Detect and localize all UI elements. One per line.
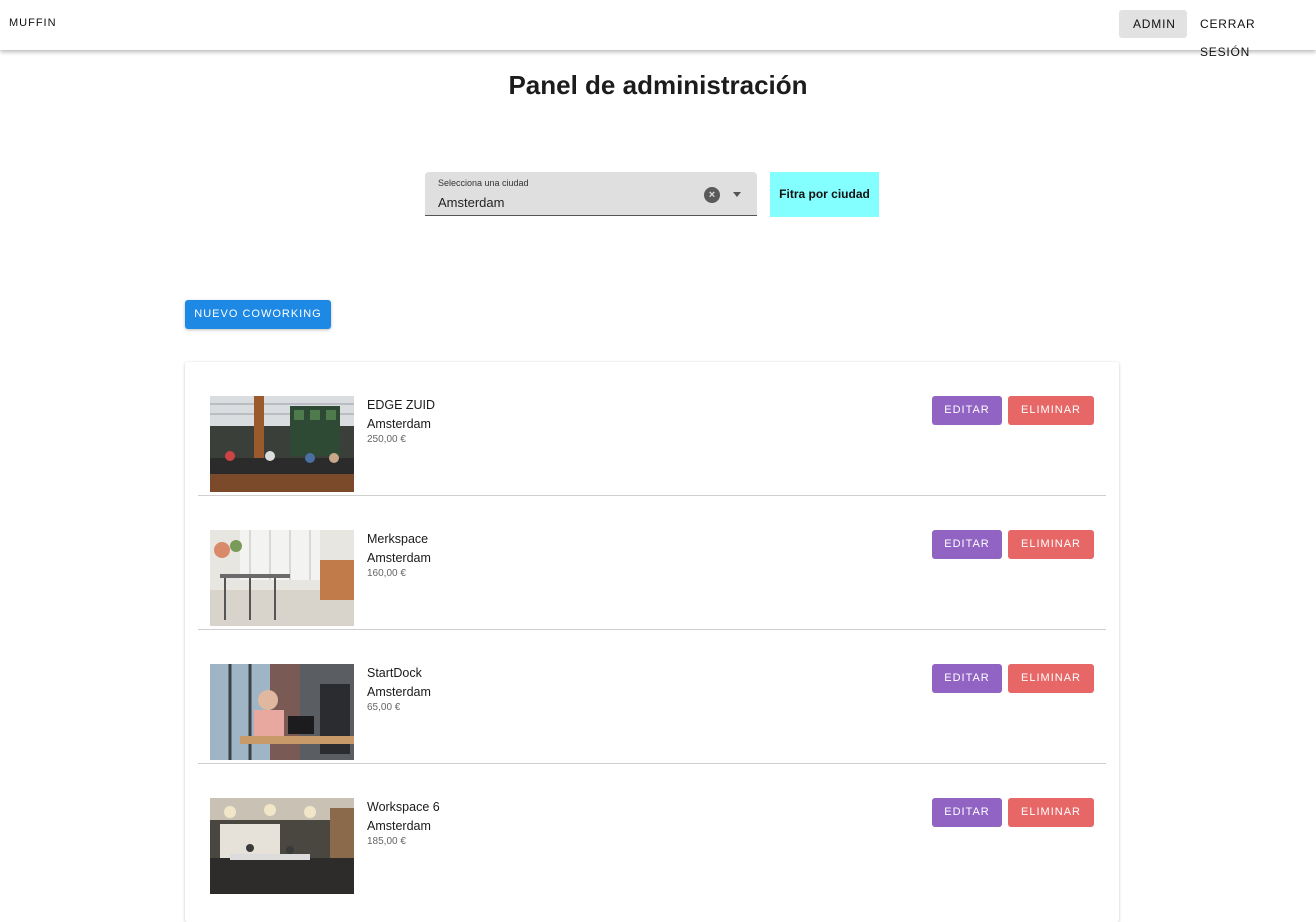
edit-button[interactable]: EDITAR [932,530,1002,559]
admin-nav-button[interactable]: ADMIN [1119,10,1187,38]
edit-button[interactable]: EDITAR [932,396,1002,425]
delete-button[interactable]: ELIMINAR [1008,664,1094,693]
coworking-price: 160,00 € [367,568,406,579]
coworking-photo [210,396,354,492]
edit-button[interactable]: EDITAR [932,664,1002,693]
edit-button[interactable]: EDITAR [932,798,1002,827]
coworking-name: Merkspace [367,532,429,546]
coworking-photo [210,664,354,760]
coworking-name: StartDock [367,666,422,680]
list-item: EDGE ZUID Amsterdam 250,00 € EDITAR ELIM… [198,362,1106,496]
coworking-list: EDGE ZUID Amsterdam 250,00 € EDITAR ELIM… [185,362,1119,922]
new-coworking-button[interactable]: NUEVO COWORKING [185,300,331,329]
coworking-photo [210,798,354,894]
clear-icon[interactable]: × [704,187,720,203]
city-select-label: Selecciona una ciudad [438,178,529,188]
coworking-city: Amsterdam [367,551,431,565]
coworking-city: Amsterdam [367,685,431,699]
filter-by-city-button[interactable]: Fitra por ciudad [770,172,879,217]
coworking-price: 185,00 € [367,836,406,847]
chevron-down-icon[interactable] [733,192,741,197]
delete-button[interactable]: ELIMINAR [1008,798,1094,827]
list-item: Merkspace Amsterdam 160,00 € EDITAR ELIM… [198,496,1106,630]
delete-button[interactable]: ELIMINAR [1008,530,1094,559]
logout-button[interactable]: CERRAR SESIÓN [1186,10,1316,59]
coworking-price: 65,00 € [367,702,401,713]
page-title: Panel de administración [508,70,808,100]
coworking-city: Amsterdam [367,417,431,431]
list-item: StartDock Amsterdam 65,00 € EDITAR ELIMI… [198,630,1106,764]
coworking-price: 250,00 € [367,434,406,445]
delete-button[interactable]: ELIMINAR [1008,396,1094,425]
list-item: Workspace 6 Amsterdam 185,00 € EDITAR EL… [198,764,1106,898]
coworking-city: Amsterdam [367,819,431,833]
app-bar: MUFFIN ADMIN CERRAR SESIÓN [0,0,1316,59]
coworking-name: EDGE ZUID [367,398,436,412]
coworking-name: Workspace 6 [367,800,440,814]
city-select-value: Amsterdam [438,195,505,210]
city-select[interactable]: Selecciona una ciudad Amsterdam × [425,172,757,216]
brand-logo[interactable]: MUFFIN [9,17,57,29]
coworking-photo [210,530,354,626]
